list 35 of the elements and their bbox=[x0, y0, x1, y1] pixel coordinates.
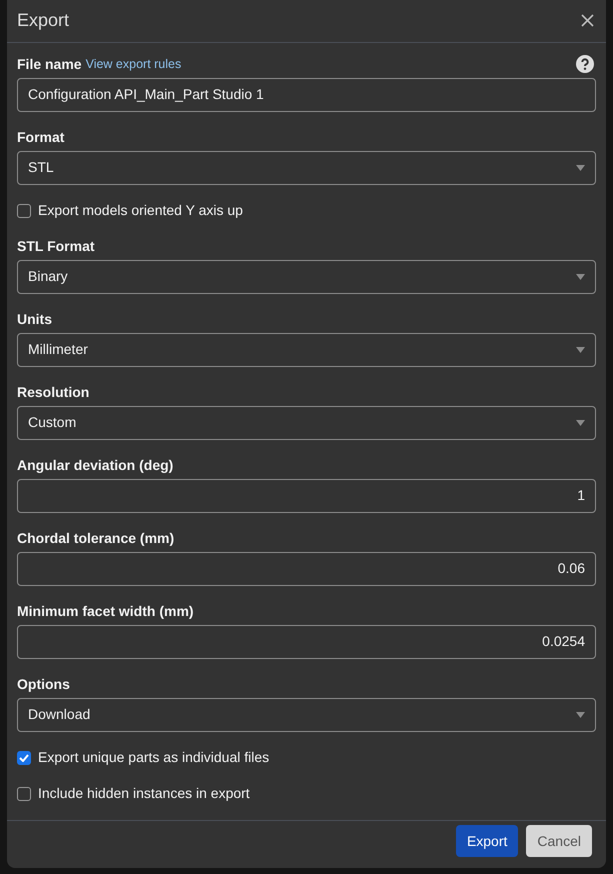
export-button[interactable]: Export bbox=[456, 825, 518, 858]
number-field[interactable]: 0.06 bbox=[17, 552, 596, 586]
dropdown[interactable]: Millimeter bbox=[17, 332, 596, 366]
field-label: Chordal tolerance (mm) bbox=[17, 528, 174, 548]
dropdown-arrow-icon bbox=[576, 274, 585, 280]
number-field[interactable]: 1 bbox=[17, 478, 596, 512]
field-label: Format bbox=[17, 128, 64, 146]
dropdown-arrow-icon bbox=[576, 712, 585, 718]
dropdown[interactable]: Download bbox=[17, 698, 596, 732]
close-icon[interactable] bbox=[581, 14, 594, 28]
field-label: Options bbox=[17, 674, 70, 694]
field-label: Angular deviation (deg) bbox=[17, 456, 174, 474]
field-label: File name bbox=[17, 54, 82, 74]
dropdown-arrow-icon bbox=[576, 420, 585, 426]
checkbox[interactable] bbox=[17, 204, 31, 218]
checkbox[interactable] bbox=[17, 750, 31, 764]
field-label: STL Format bbox=[17, 236, 95, 256]
checkbox-label: Export models oriented Y axis up bbox=[38, 201, 243, 220]
cancel-button[interactable]: Cancel bbox=[526, 825, 592, 858]
dropdown[interactable]: Custom bbox=[17, 406, 596, 440]
checkbox-label: Export unique parts as individual files bbox=[38, 748, 270, 767]
checkbox-label: Include hidden instances in export bbox=[38, 784, 250, 803]
dialog-title: Export bbox=[17, 9, 70, 32]
field-label: Minimum facet width (mm) bbox=[17, 602, 194, 620]
number-field[interactable]: 0.0254 bbox=[17, 624, 596, 658]
export-rules-link[interactable]: View export rules bbox=[86, 54, 182, 74]
text-field[interactable]: Configuration API_Main_Part Studio 1 bbox=[17, 78, 596, 112]
help-icon[interactable] bbox=[576, 55, 594, 73]
dropdown[interactable]: STL bbox=[17, 150, 596, 184]
field-label: Units bbox=[17, 310, 52, 328]
checkbox[interactable] bbox=[17, 786, 31, 800]
field-label: Resolution bbox=[17, 382, 90, 402]
dropdown-arrow-icon bbox=[576, 164, 585, 170]
dropdown-arrow-icon bbox=[576, 346, 585, 352]
dropdown[interactable]: Binary bbox=[17, 260, 596, 294]
